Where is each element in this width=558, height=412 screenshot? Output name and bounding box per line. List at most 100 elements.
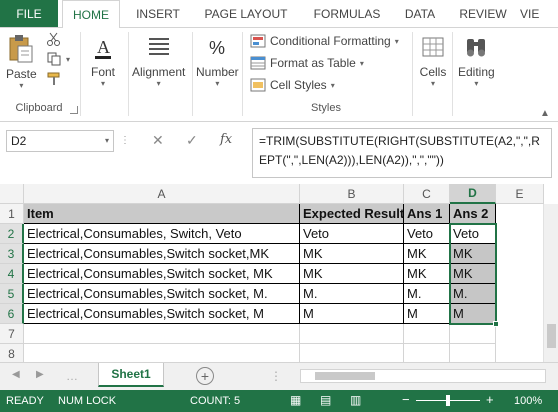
cell-d2[interactable]: Veto <box>450 224 496 244</box>
vertical-scroll-thumb[interactable] <box>547 324 556 348</box>
cell-d4[interactable]: MK <box>450 264 496 284</box>
row-header-2[interactable]: 2 <box>0 224 24 244</box>
tab-page-layout[interactable]: PAGE LAYOUT <box>196 0 296 27</box>
format-painter-button[interactable] <box>46 72 66 86</box>
name-box-dropdown-icon[interactable]: ▾ <box>105 136 109 145</box>
row-header-7[interactable]: 7 <box>0 324 24 344</box>
cell-styles-button[interactable]: Cell Styles ▾ <box>250 78 335 92</box>
cell-a5[interactable]: Electrical,Consumables,Switch socket, M. <box>24 284 300 304</box>
cell-a2[interactable]: Electrical,Consumables, Switch, Veto <box>24 224 300 244</box>
copy-dropdown-icon[interactable]: ▾ <box>66 55 70 64</box>
copy-icon <box>46 52 62 66</box>
cell-d6[interactable]: M <box>450 304 496 324</box>
more-sheets-icon[interactable]: … <box>66 369 78 383</box>
cell-b3[interactable]: MK <box>300 244 404 264</box>
cell-b5[interactable]: M. <box>300 284 404 304</box>
cell-b6[interactable]: M <box>300 304 404 324</box>
format-as-table-button[interactable]: Format as Table ▾ <box>250 56 364 70</box>
clipboard-launcher-icon[interactable] <box>70 106 78 114</box>
cell-a4[interactable]: Electrical,Consumables,Switch socket, MK <box>24 264 300 284</box>
cell-d5[interactable]: M. <box>450 284 496 304</box>
column-header-d[interactable]: D <box>450 184 496 204</box>
enter-icon[interactable]: ✓ <box>186 132 198 149</box>
tab-insert[interactable]: INSERT <box>128 0 188 27</box>
group-divider <box>242 32 243 116</box>
tab-file[interactable]: FILE <box>0 0 58 27</box>
copy-button[interactable]: ▾ <box>46 52 70 66</box>
page-layout-view-icon[interactable]: ▤ <box>320 393 331 407</box>
collapse-ribbon-button[interactable]: ▲ <box>540 108 550 119</box>
tab-formulas[interactable]: FORMULAS <box>304 0 390 27</box>
column-header-e[interactable]: E <box>496 184 544 204</box>
insert-function-icon[interactable]: fx <box>220 132 232 147</box>
cancel-icon[interactable]: ✕ <box>152 132 164 149</box>
fill-handle[interactable] <box>493 321 499 327</box>
status-bar: READY NUM LOCK COUNT: 5 ▦ ▤ ▥ − + 100% <box>0 390 558 412</box>
add-sheet-icon[interactable]: + <box>196 367 214 385</box>
cell-c4[interactable]: MK <box>404 264 450 284</box>
cell-a8[interactable] <box>24 344 300 362</box>
zoom-out-button[interactable]: − <box>402 392 410 407</box>
horizontal-scrollbar[interactable] <box>300 369 546 383</box>
column-header-c[interactable]: C <box>404 184 450 204</box>
cell-c7[interactable] <box>404 324 450 344</box>
cut-button[interactable] <box>46 32 66 46</box>
cell-c3[interactable]: MK <box>404 244 450 264</box>
conditional-formatting-button[interactable]: Conditional Formatting ▾ <box>250 34 399 48</box>
alignment-button[interactable]: Alignment ▾ <box>132 32 185 88</box>
zoom-in-button[interactable]: + <box>486 392 494 407</box>
cell-b4[interactable]: MK <box>300 264 404 284</box>
tab-view[interactable]: VIE <box>520 0 558 27</box>
ribbon-tab-bar: FILE HOME INSERT PAGE LAYOUT FORMULAS DA… <box>0 0 558 28</box>
cell-a3[interactable]: Electrical,Consumables,Switch socket,MK <box>24 244 300 264</box>
sheet-tab-sheet1[interactable]: Sheet1 <box>98 363 164 387</box>
cell-d1[interactable]: Ans 2 <box>450 204 496 224</box>
editing-button[interactable]: Editing ▾ <box>458 32 495 88</box>
paste-button[interactable]: Paste ▾ <box>6 34 37 90</box>
normal-view-icon[interactable]: ▦ <box>290 393 301 407</box>
prev-sheet-icon[interactable]: ◀ <box>12 369 20 380</box>
row-header-3[interactable]: 3 <box>0 244 24 264</box>
zoom-level[interactable]: 100% <box>514 395 542 407</box>
cell-b1[interactable]: Expected Result <box>300 204 404 224</box>
formula-input[interactable]: =TRIM(SUBSTITUTE(RIGHT(SUBSTITUTE(A2,","… <box>252 128 552 178</box>
number-button[interactable]: % Number ▾ <box>196 32 239 88</box>
zoom-slider-knob[interactable] <box>446 395 450 406</box>
cell-d3[interactable]: MK <box>450 244 496 264</box>
next-sheet-icon[interactable]: ▶ <box>36 369 44 380</box>
cells-button[interactable]: Cells ▾ <box>418 32 448 88</box>
cell-c2[interactable]: Veto <box>404 224 450 244</box>
cell-d8[interactable] <box>450 344 496 362</box>
cell-a7[interactable] <box>24 324 300 344</box>
name-box[interactable]: D2 ▾ <box>6 130 114 152</box>
vertical-scrollbar[interactable] <box>543 204 558 362</box>
row-header-8[interactable]: 8 <box>0 344 24 362</box>
column-header-a[interactable]: A <box>24 184 300 204</box>
cell-d7[interactable] <box>450 324 496 344</box>
cells-icon <box>418 32 448 62</box>
cell-c8[interactable] <box>404 344 450 362</box>
tab-home[interactable]: HOME <box>62 0 120 28</box>
tab-data[interactable]: DATA <box>396 0 444 27</box>
cell-c1[interactable]: Ans 1 <box>404 204 450 224</box>
paste-dropdown-icon[interactable]: ▾ <box>19 81 23 90</box>
cell-b2[interactable]: Veto <box>300 224 404 244</box>
font-button[interactable]: A Font ▾ <box>88 32 118 88</box>
tab-review[interactable]: REVIEW <box>452 0 514 27</box>
cell-b8[interactable] <box>300 344 404 362</box>
cell-a1[interactable]: Item <box>24 204 300 224</box>
select-all-corner[interactable] <box>0 184 24 204</box>
horizontal-scroll-thumb[interactable] <box>315 372 375 380</box>
page-break-view-icon[interactable]: ▥ <box>350 393 361 407</box>
format-as-table-label: Format as Table <box>270 56 356 70</box>
cell-c5[interactable]: M. <box>404 284 450 304</box>
row-header-6[interactable]: 6 <box>0 304 24 324</box>
cell-a6[interactable]: Electrical,Consumables,Switch socket, M <box>24 304 300 324</box>
group-divider <box>412 32 413 116</box>
row-header-5[interactable]: 5 <box>0 284 24 304</box>
row-header-4[interactable]: 4 <box>0 264 24 284</box>
cell-c6[interactable]: M <box>404 304 450 324</box>
column-header-b[interactable]: B <box>300 184 404 204</box>
row-header-1[interactable]: 1 <box>0 204 24 224</box>
cell-b7[interactable] <box>300 324 404 344</box>
